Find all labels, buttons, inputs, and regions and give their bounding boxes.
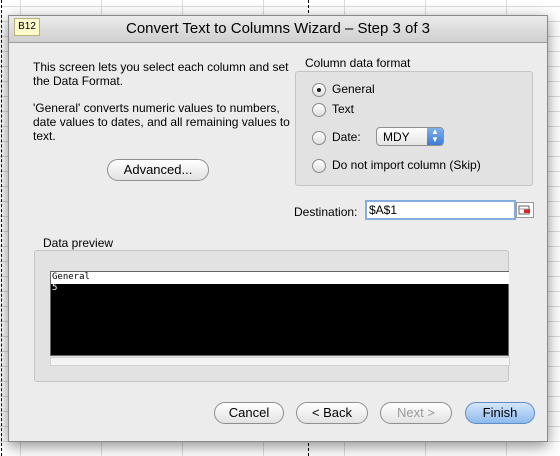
radio-button[interactable] — [312, 131, 326, 145]
radio-label: General — [332, 82, 375, 96]
dialog-titlebar[interactable]: Convert Text to Columns Wizard – Step 3 … — [9, 16, 547, 43]
radio-label: Do not import column (Skip) — [332, 158, 481, 172]
radio-button[interactable] — [312, 159, 326, 173]
date-format-value: MDY — [383, 130, 410, 144]
next-button[interactable]: Next > — [380, 402, 452, 424]
destination-input[interactable]: $A$1 — [365, 200, 516, 220]
range-select-icon — [518, 205, 530, 215]
page-break-line — [1, 0, 2, 456]
finish-button[interactable]: Finish — [465, 402, 535, 424]
preview-column-header[interactable]: General — [51, 272, 509, 284]
back-button[interactable]: < Back — [296, 402, 368, 424]
description-text: 'General' converts numeric values to num… — [33, 101, 290, 143]
date-format-select[interactable]: MDY ▲ ▼ — [376, 127, 444, 146]
collapse-dialog-button[interactable] — [516, 202, 534, 218]
data-preview-group: General 5 — [34, 250, 510, 382]
advanced-button[interactable]: Advanced... — [107, 159, 209, 181]
cancel-button[interactable]: Cancel — [214, 402, 284, 424]
dialog-title: Convert Text to Columns Wizard – Step 3 … — [125, 20, 431, 37]
radio-label: Text — [332, 102, 355, 116]
column-format-group: General Text Date: MDY ▲ ▼ Do not import … — [295, 71, 533, 186]
data-preview-grid[interactable]: General 5 — [50, 271, 509, 356]
radio-button[interactable] — [312, 83, 326, 97]
destination-label: Destination: — [294, 205, 358, 219]
updown-arrows-icon: ▲ ▼ — [427, 128, 443, 145]
description-text: This screen lets you select each column … — [33, 60, 289, 88]
cell-reference-tooltip: B12 — [14, 18, 40, 36]
data-preview-label: Data preview — [43, 236, 114, 250]
text-to-columns-dialog: Convert Text to Columns Wizard – Step 3 … — [8, 15, 548, 442]
horizontal-scrollbar[interactable] — [50, 357, 510, 366]
preview-cell: 5 — [52, 283, 58, 293]
column-format-label: Column data format — [305, 56, 411, 70]
radio-label: Date: — [332, 130, 361, 144]
radio-button[interactable] — [312, 103, 326, 117]
